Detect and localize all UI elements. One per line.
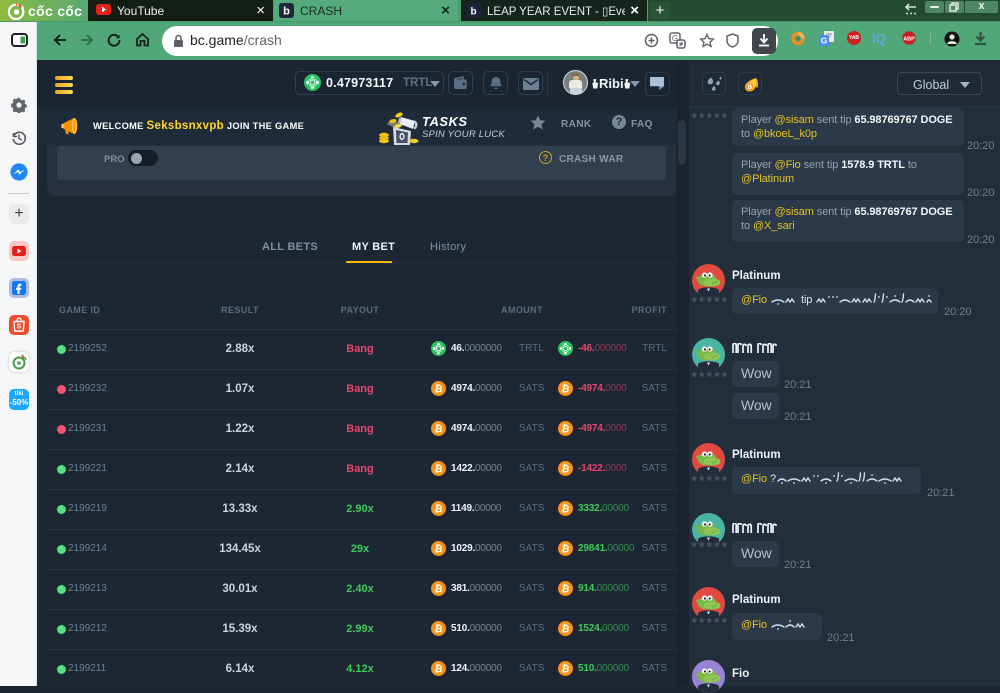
svg-text:B: B [748,84,753,91]
svg-text:ABP: ABP [903,37,915,43]
svg-text:S: S [17,324,22,331]
svg-text:b: b [283,6,290,18]
svg-text:G: G [821,36,828,46]
svg-text:b: b [470,7,476,18]
